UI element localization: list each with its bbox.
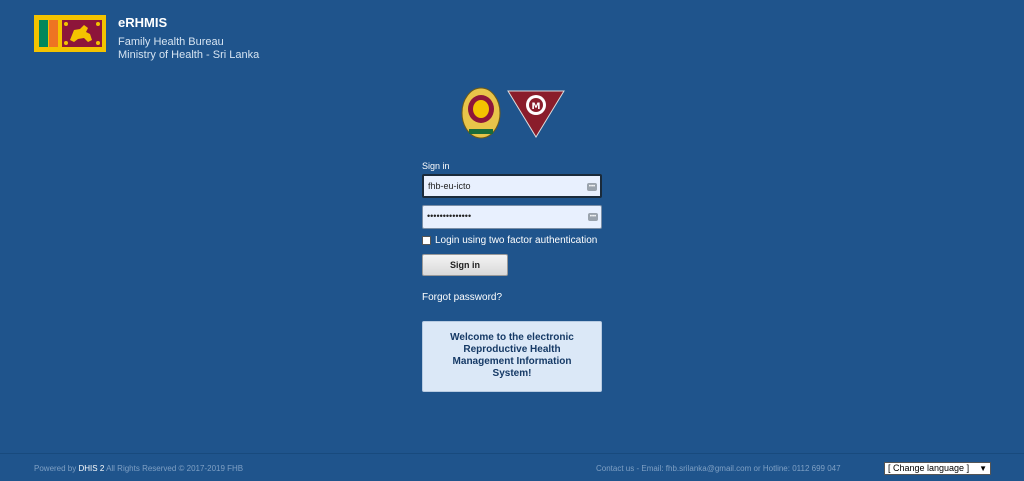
app-title: eRHMIS bbox=[118, 15, 168, 30]
autofill-key-icon[interactable]: ••• bbox=[588, 213, 598, 221]
sri-lanka-flag-logo bbox=[34, 15, 106, 52]
powered-by: Powered by DHIS 2 All Rights Reserved © … bbox=[34, 464, 243, 473]
password-input[interactable]: •••••••••••••• ••• bbox=[422, 205, 602, 229]
header-line-2: Ministry of Health - Sri Lanka bbox=[118, 49, 260, 61]
contact-info: Contact us - Email: fhb.srilanka@gmail.c… bbox=[596, 464, 841, 473]
header-block: eRHMIS Family Health Bureau Ministry of … bbox=[118, 15, 259, 62]
welcome-message: Welcome to the electronic Reproductive H… bbox=[422, 321, 602, 392]
ministry-health-emblem-icon: M bbox=[507, 90, 565, 138]
national-emblem-icon bbox=[461, 87, 501, 139]
two-factor-label: Login using two factor authentication bbox=[435, 234, 598, 246]
dhis2-link[interactable]: DHIS 2 bbox=[78, 464, 104, 473]
sign-in-button[interactable]: Sign in bbox=[422, 254, 508, 276]
footer: Powered by DHIS 2 All Rights Reserved © … bbox=[0, 453, 1024, 481]
two-factor-checkbox[interactable] bbox=[422, 235, 431, 245]
sign-in-heading: Sign in bbox=[422, 161, 450, 171]
forgot-password-link[interactable]: Forgot password? bbox=[422, 292, 603, 303]
two-factor-option[interactable]: Login using two factor authentication bbox=[422, 234, 603, 246]
chevron-down-icon: ▼ bbox=[979, 464, 987, 473]
language-select[interactable]: [ Change language ] ▼ bbox=[884, 462, 991, 475]
rights-text: All Rights Reserved © 2017-2019 FHB bbox=[106, 464, 244, 473]
login-form: Sign in fhb-eu-icto ••• •••••••••••••• •… bbox=[422, 160, 603, 392]
username-input[interactable]: fhb-eu-icto ••• bbox=[422, 174, 602, 198]
header-line-1: Family Health Bureau bbox=[118, 36, 224, 48]
username-value: fhb-eu-icto bbox=[428, 181, 471, 191]
emblems: M bbox=[459, 85, 569, 141]
password-value: •••••••••••••• bbox=[427, 211, 472, 221]
powered-prefix: Powered by bbox=[34, 464, 77, 473]
svg-text:M: M bbox=[532, 102, 541, 112]
language-select-value: [ Change language ] bbox=[888, 463, 970, 473]
autofill-key-icon[interactable]: ••• bbox=[587, 183, 597, 191]
